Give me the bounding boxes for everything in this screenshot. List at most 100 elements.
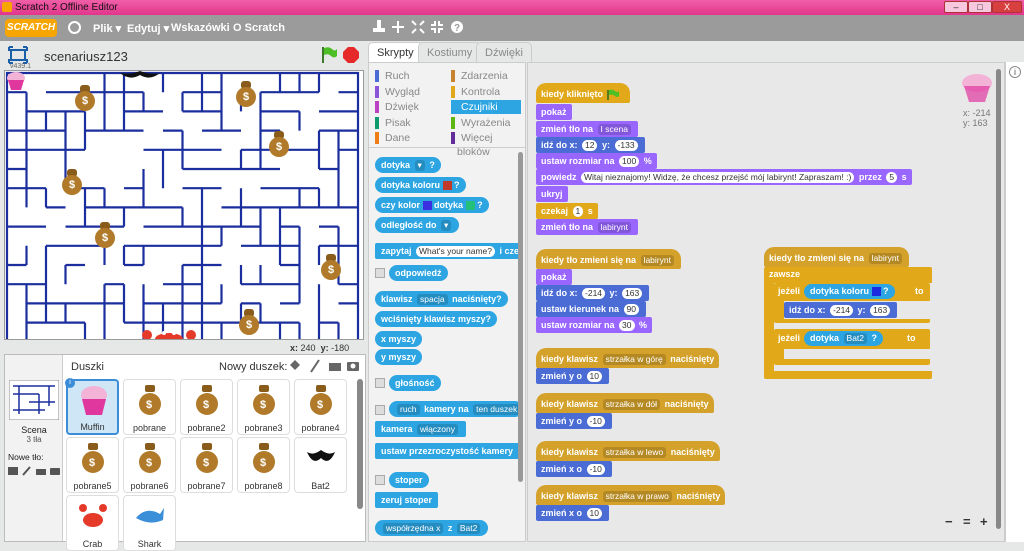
close-button[interactable]: X	[992, 1, 1022, 13]
go-to-xy-block[interactable]: idź do x: -214 y: 163	[536, 285, 650, 301]
scripts-scrollbar[interactable]	[996, 69, 1001, 529]
sprite-tile[interactable]: Crab	[66, 495, 119, 551]
money-bag-sprite[interactable]: $	[74, 85, 96, 111]
change-y-block[interactable]: zmień y o -10	[536, 413, 612, 429]
sprite-tile[interactable]: $ pobrane2	[180, 379, 233, 435]
menu-about[interactable]: O Scratch	[233, 22, 285, 34]
wait-block[interactable]: czekaj 1 s	[536, 203, 598, 219]
sprite-tile[interactable]: Shark	[123, 495, 176, 551]
sprite-tile[interactable]: Bat2	[294, 437, 347, 493]
muffin-sprite[interactable]	[5, 71, 27, 91]
timer-checkbox[interactable]	[375, 475, 385, 485]
presentation-mode-icon[interactable]	[8, 46, 30, 64]
when-key-pressed-hat[interactable]: kiedy klawisz strzałka w lewo naciśnięty	[536, 441, 720, 461]
category-1[interactable]: Ruch	[375, 69, 445, 83]
tab-costumes[interactable]: Kostiumy	[418, 42, 482, 62]
when-backdrop-switches-hat[interactable]: kiedy tło zmieni się na labirynt	[536, 249, 681, 269]
money-bag-sprite[interactable]: $	[61, 169, 83, 195]
crab-sprite[interactable]	[139, 327, 199, 340]
money-bag-sprite[interactable]: $	[238, 309, 260, 335]
sprite-tile[interactable]: $ pobrane8	[237, 437, 290, 493]
sprite-tile[interactable]: $ pobrane5	[66, 437, 119, 493]
palette-key-pressed-block[interactable]: klawisz spacja naciśnięty?	[375, 291, 508, 307]
change-x-block[interactable]: zmień x o -10	[536, 461, 612, 477]
sprite-tile[interactable]: $ pobrane7	[180, 437, 233, 493]
touching-sprite-condition[interactable]: dotyka Bat2 ?	[804, 331, 884, 346]
set-size-block[interactable]: ustaw rozmiar na 100 %	[536, 153, 657, 169]
point-direction-block[interactable]: ustaw kierunek na 90	[536, 301, 647, 317]
zoom-in-icon[interactable]: +	[980, 514, 988, 529]
sprite-tile[interactable]: $ pobrane3	[237, 379, 290, 435]
category-7[interactable]: Pisak	[375, 116, 445, 130]
bat-sprite[interactable]	[120, 71, 160, 81]
sprite-scrollbar[interactable]	[357, 379, 363, 509]
new-sprite-icons[interactable]	[289, 359, 361, 373]
forever-loop[interactable]: zawsze jeżeli dotyka koloru ? to idź do …	[764, 267, 932, 379]
when-key-pressed-hat[interactable]: kiedy klawisz strzałka w dół naciśnięty	[536, 393, 714, 413]
sprite-info-icon[interactable]: i	[65, 378, 75, 388]
palette-mouse-down-block[interactable]: wciśnięty klawisz myszy?	[375, 311, 498, 327]
palette-color-touching-block[interactable]: czy kolor dotyka ?	[375, 197, 489, 213]
palette-distance-block[interactable]: odległość do ▾	[375, 217, 460, 233]
palette-mouse-x-block[interactable]: x myszy	[375, 331, 423, 347]
menu-tips[interactable]: Wskazówki	[171, 22, 230, 34]
if-block[interactable]: jeżeli dotyka Bat2 ? to	[774, 329, 930, 365]
go-to-xy-block[interactable]: idź do x: -214 y: 163	[784, 302, 898, 318]
green-flag-icon[interactable]	[320, 46, 338, 64]
category-10[interactable]: Więcej bloków	[451, 131, 521, 158]
stage[interactable]: $ $ $ $ $ $ $	[4, 70, 364, 340]
money-bag-sprite[interactable]: $	[94, 222, 116, 248]
when-backdrop-switches-hat[interactable]: kiedy tło zmieni się na labirynt	[764, 247, 909, 267]
palette-loudness-block[interactable]: głośność	[389, 375, 441, 391]
switch-backdrop-block[interactable]: zmień tło na labirynt	[536, 219, 638, 235]
menu-file[interactable]: Plik ▾	[93, 22, 121, 35]
go-to-xy-block[interactable]: idź do x: 12 y: -133	[536, 137, 645, 153]
category-4[interactable]: Kontrola	[451, 85, 521, 99]
switch-backdrop-block[interactable]: zmień tło na I scena	[536, 121, 638, 137]
money-bag-sprite[interactable]: $	[268, 131, 290, 157]
maximize-button[interactable]: □	[968, 1, 992, 13]
info-icon[interactable]: i	[1009, 66, 1021, 78]
palette-video-motion-block[interactable]: ruch kamery na ten duszek	[389, 401, 523, 417]
palette-touching-block[interactable]: dotyka ▾ ?	[375, 157, 441, 173]
category-3[interactable]: Wygląd	[375, 85, 445, 99]
minimize-button[interactable]: –	[944, 1, 968, 13]
menu-edit[interactable]: Edytuj ▾	[127, 22, 169, 35]
help-icon[interactable]: ?	[450, 20, 464, 34]
set-size-block[interactable]: ustaw rozmiar na 30 %	[536, 317, 653, 333]
zoom-out-icon[interactable]: −	[945, 514, 953, 529]
palette-turn-video-block[interactable]: kamera włączony	[375, 421, 467, 437]
change-y-block[interactable]: zmień y o 10	[536, 368, 609, 384]
when-key-pressed-hat[interactable]: kiedy klawisz strzałka w prawo naciśnięt…	[536, 485, 726, 505]
sprite-tile[interactable]: $ pobrane	[123, 379, 176, 435]
tab-scripts[interactable]: Skrypty	[368, 42, 423, 62]
sprite-tile[interactable]: Muffin i	[65, 378, 119, 435]
palette-video-transparency-block[interactable]: ustaw przezroczystość kamery	[375, 443, 523, 459]
shrink-icon[interactable]	[430, 20, 444, 34]
category-5[interactable]: Dźwięk	[375, 100, 445, 114]
category-9[interactable]: Dane	[375, 131, 445, 145]
palette-mouse-y-block[interactable]: y myszy	[375, 349, 423, 365]
answer-checkbox[interactable]	[375, 268, 385, 278]
palette-scrollbar[interactable]	[518, 152, 523, 482]
category-8[interactable]: Wyrażenia	[451, 116, 521, 130]
category-6[interactable]: Czujniki	[451, 100, 521, 114]
video-checkbox[interactable]	[375, 405, 385, 415]
show-block[interactable]: pokaż	[536, 104, 572, 120]
category-2[interactable]: Zdarzenia	[451, 69, 521, 83]
new-backdrop-icons[interactable]	[8, 465, 60, 477]
touching-color-condition[interactable]: dotyka koloru ?	[804, 284, 895, 299]
palette-attribute-of-block[interactable]: współrzędna x z Bat2	[375, 520, 489, 536]
loudness-checkbox[interactable]	[375, 378, 385, 388]
stamp-icon[interactable]	[372, 20, 386, 34]
change-x-block[interactable]: zmień x o 10	[536, 505, 609, 521]
when-flag-clicked-hat[interactable]: kiedy kliknięto	[536, 83, 630, 103]
zoom-reset-icon[interactable]: =	[963, 514, 971, 529]
palette-timer-block[interactable]: stoper	[389, 472, 429, 488]
hide-block[interactable]: ukryj	[536, 186, 568, 202]
when-key-pressed-hat[interactable]: kiedy klawisz strzałka w górę naciśnięty	[536, 348, 720, 368]
show-block[interactable]: pokaż	[536, 269, 572, 285]
project-name[interactable]: scenariusz123	[44, 49, 128, 64]
sprite-tile[interactable]: $ pobrane6	[123, 437, 176, 493]
money-bag-sprite[interactable]: $	[235, 81, 257, 107]
